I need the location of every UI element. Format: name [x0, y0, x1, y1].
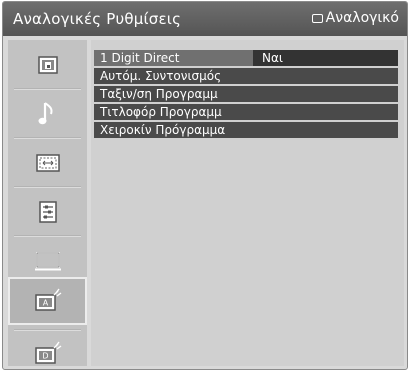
monitor-icon [34, 251, 61, 270]
aspect-ratio-icon [35, 153, 60, 172]
menu-item-auto-tuning[interactable]: Αυτόμ. Συντονισμός [94, 68, 398, 84]
sidebar-item-analog-settings[interactable]: A [8, 277, 87, 325]
menu-item-value: Ναι [262, 51, 283, 65]
menu-item-label: Ταξιν/ση Προγραμμ [100, 87, 218, 101]
tv-icon [311, 14, 323, 23]
sidebar-item-aspect[interactable] [8, 140, 87, 185]
menu-title: Αναλογικές Ρυθμίσεις [13, 10, 182, 28]
analog-tv-settings-icon: A [34, 288, 61, 311]
settings-list-icon [38, 200, 57, 223]
sidebar-item-digital-settings[interactable]: D [8, 331, 87, 369]
menu-panel: 1 Digit Direct Ναι Αυτόμ. Συντονισμός Τα… [91, 40, 404, 366]
osd-window: Αναλογικές Ρυθμίσεις Αναλογικό A D 1 Dig… [2, 1, 408, 370]
sidebar-item-picture[interactable] [8, 42, 87, 87]
menu-item-label: Χειροκίν Πρόγραμμα [100, 123, 226, 137]
menu-item-programme-titles[interactable]: Τιτλοφόρ Προγραμμ [94, 104, 398, 120]
sidebar-item-settings[interactable] [8, 189, 87, 234]
menu-item-label: 1 Digit Direct [100, 51, 180, 65]
menu-item-sort-programmes[interactable]: Ταξιν/ση Προγραμμ [94, 86, 398, 102]
svg-text:D: D [42, 351, 48, 360]
title-bar: Αναλογικές Ρυθμίσεις Αναλογικό [3, 2, 407, 36]
picture-settings-icon [37, 55, 58, 74]
digital-tv-settings-icon: D [34, 341, 61, 364]
menu-item-label: Τιτλοφόρ Προγραμμ [100, 105, 222, 119]
source-indicator: Αναλογικό [311, 10, 399, 26]
svg-text:A: A [42, 299, 48, 308]
menu-item-label: Αυτόμ. Συντονισμός [100, 69, 222, 83]
menu-item-1-digit-direct[interactable]: 1 Digit Direct Ναι [94, 50, 398, 66]
source-label: Αναλογικό [325, 10, 399, 26]
sidebar: A D [8, 40, 87, 366]
menu-item-manual-programme[interactable]: Χειροκίν Πρόγραμμα [94, 122, 398, 138]
sound-note-icon [38, 101, 52, 124]
sidebar-item-sound[interactable] [8, 91, 87, 136]
